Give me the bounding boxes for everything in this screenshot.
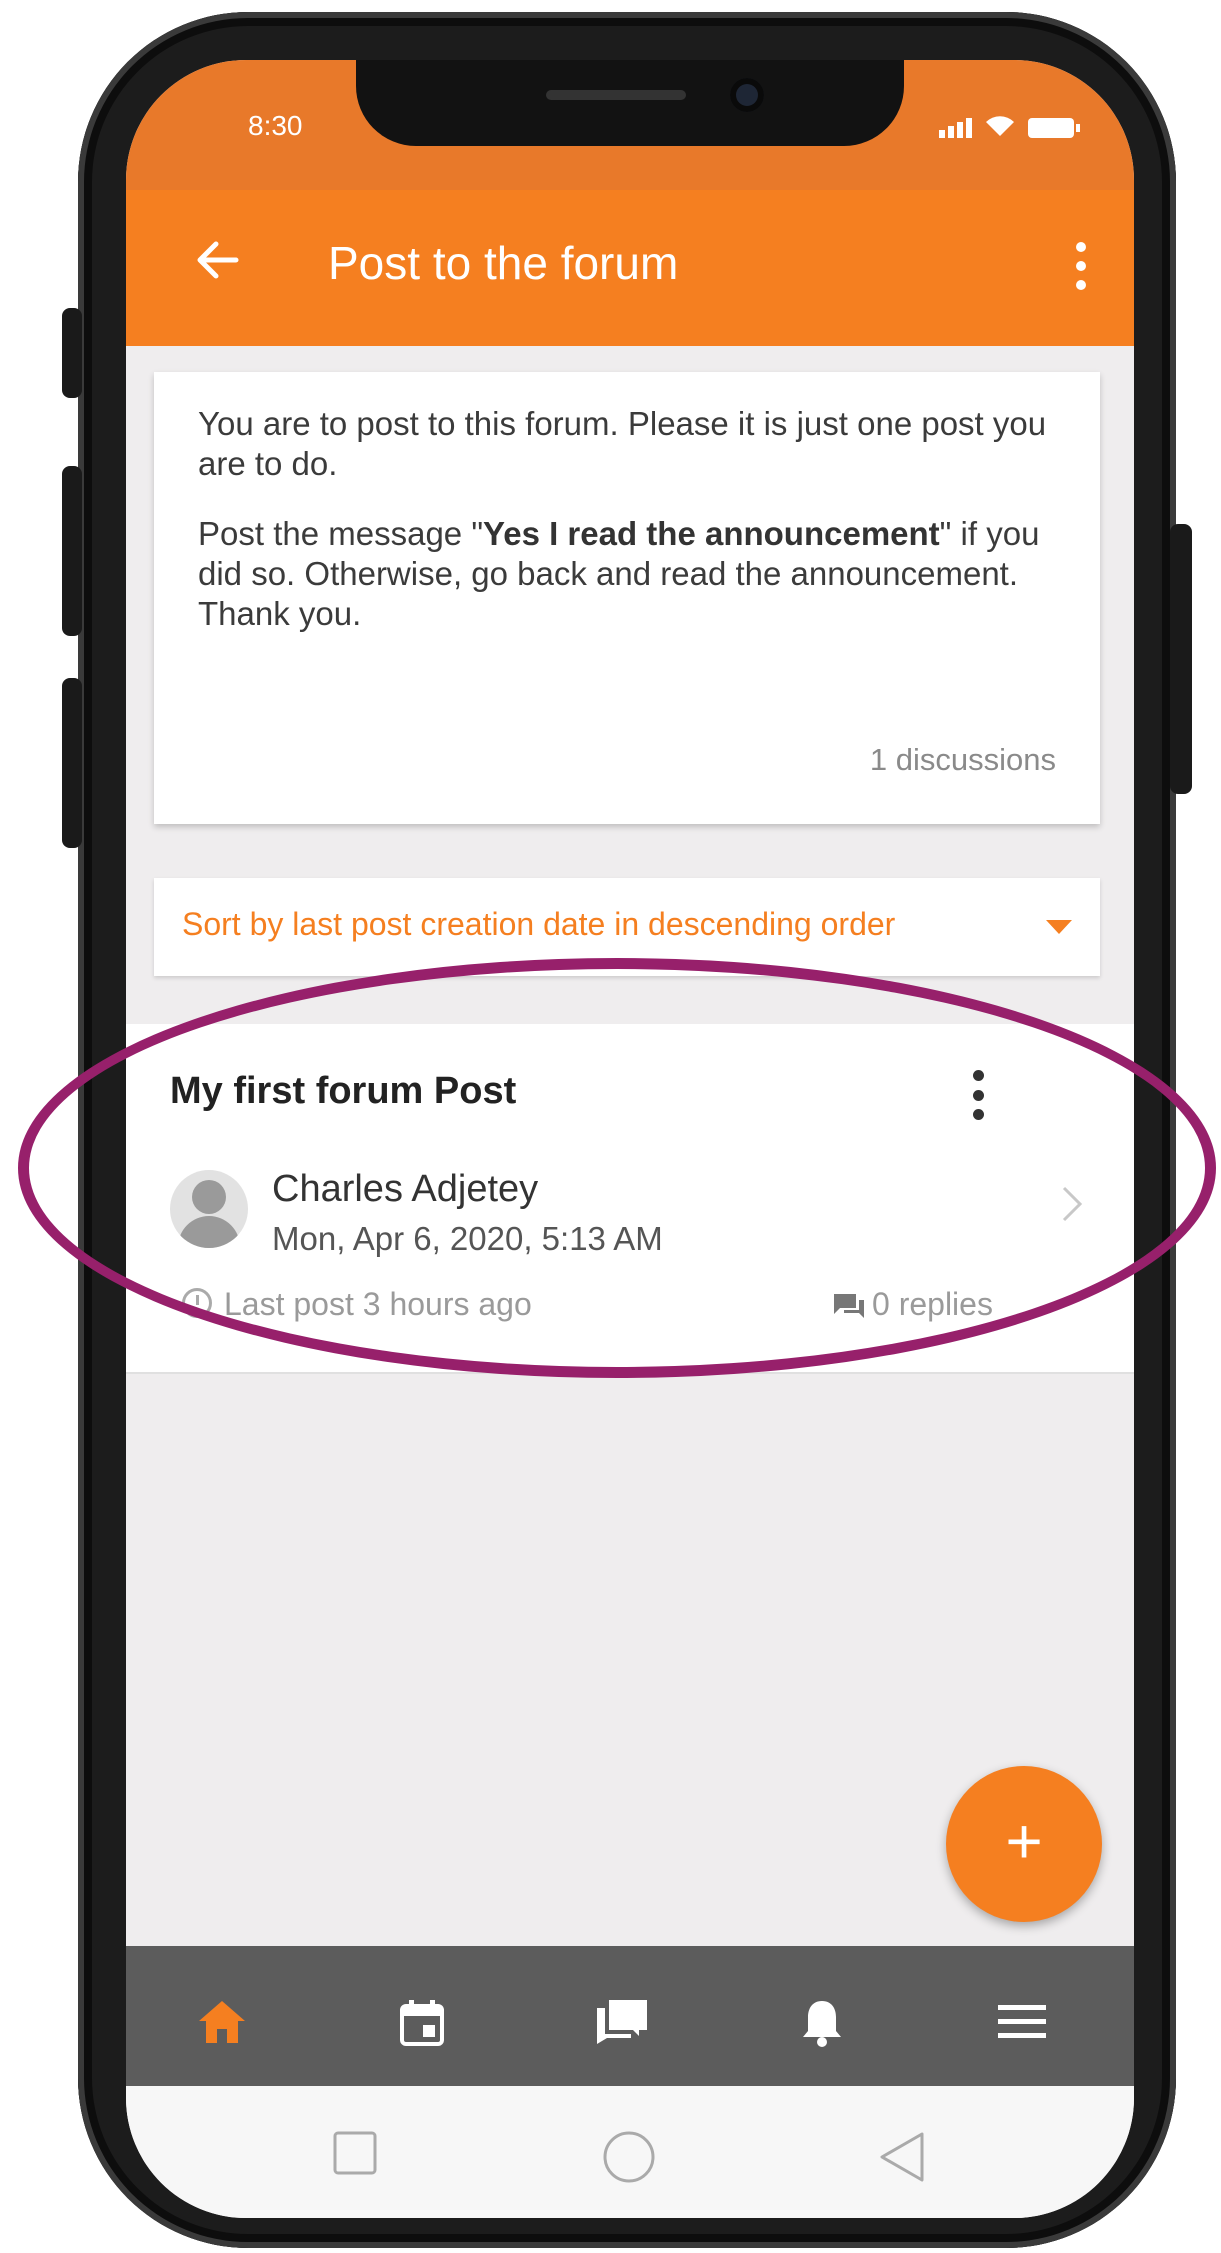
forum-post-item[interactable]: My first forum Post Charles Adjetey Mon,… xyxy=(126,1024,1134,1374)
back-arrow-icon[interactable] xyxy=(188,230,248,290)
discussions-count: 1 discussions xyxy=(869,742,1056,777)
post-author: Charles Adjetey xyxy=(272,1168,539,1210)
camera xyxy=(730,78,764,112)
dropdown-caret-icon xyxy=(1046,920,1072,934)
wifi-icon xyxy=(986,116,1014,136)
forum-icon[interactable] xyxy=(592,1994,652,2050)
status-icons xyxy=(939,114,1080,138)
menu-icon[interactable] xyxy=(992,1994,1052,2050)
last-post-time: Last post 3 hours ago xyxy=(224,1286,532,1322)
home-icon[interactable] xyxy=(192,1994,252,2050)
forum-intro-card: You are to post to this forum. Please it… xyxy=(154,372,1100,824)
replies-icon xyxy=(834,1294,864,1318)
required-message: Yes I read the announcement xyxy=(483,515,940,552)
volume-down-button xyxy=(62,678,82,848)
add-post-button[interactable]: + xyxy=(946,1766,1102,1922)
side-button xyxy=(62,308,82,398)
notifications-icon[interactable] xyxy=(792,1994,852,2050)
more-options-icon[interactable] xyxy=(1066,236,1096,296)
battery-icon xyxy=(1028,118,1080,138)
replies-count: 0 replies xyxy=(872,1286,993,1322)
app-bar: Post to the forum xyxy=(126,190,1134,346)
intro-text: You are to post to this forum. Please it… xyxy=(198,405,1047,482)
status-time: 8:30 xyxy=(248,110,303,141)
notch xyxy=(356,60,904,146)
power-button xyxy=(1170,524,1192,794)
signal-icon xyxy=(939,118,972,138)
clock-icon xyxy=(182,1288,212,1318)
post-options-icon[interactable] xyxy=(966,1070,990,1120)
avatar xyxy=(170,1170,248,1248)
volume-up-button xyxy=(62,466,82,636)
system-nav-bar xyxy=(126,2086,1134,2218)
recents-icon[interactable] xyxy=(332,2130,378,2176)
bottom-nav xyxy=(126,1946,1134,2086)
home-circle-icon[interactable] xyxy=(602,2130,656,2184)
back-triangle-icon[interactable] xyxy=(878,2130,926,2184)
post-date: Mon, Apr 6, 2020, 5:13 AM xyxy=(272,1220,663,1257)
chevron-right-icon xyxy=(1062,1186,1083,1222)
calendar-icon[interactable] xyxy=(392,1994,452,2050)
speaker xyxy=(546,90,686,100)
sort-label: Sort by last post creation date in desce… xyxy=(182,906,896,942)
screen: 8:30 Post to the forum You are to post t… xyxy=(126,60,1134,2218)
post-title: My first forum Post xyxy=(170,1070,517,1112)
page-title: Post to the forum xyxy=(328,237,679,289)
instruction-text: Post the message "Yes I read the announc… xyxy=(198,515,1040,632)
sort-dropdown[interactable]: Sort by last post creation date in desce… xyxy=(154,878,1100,976)
